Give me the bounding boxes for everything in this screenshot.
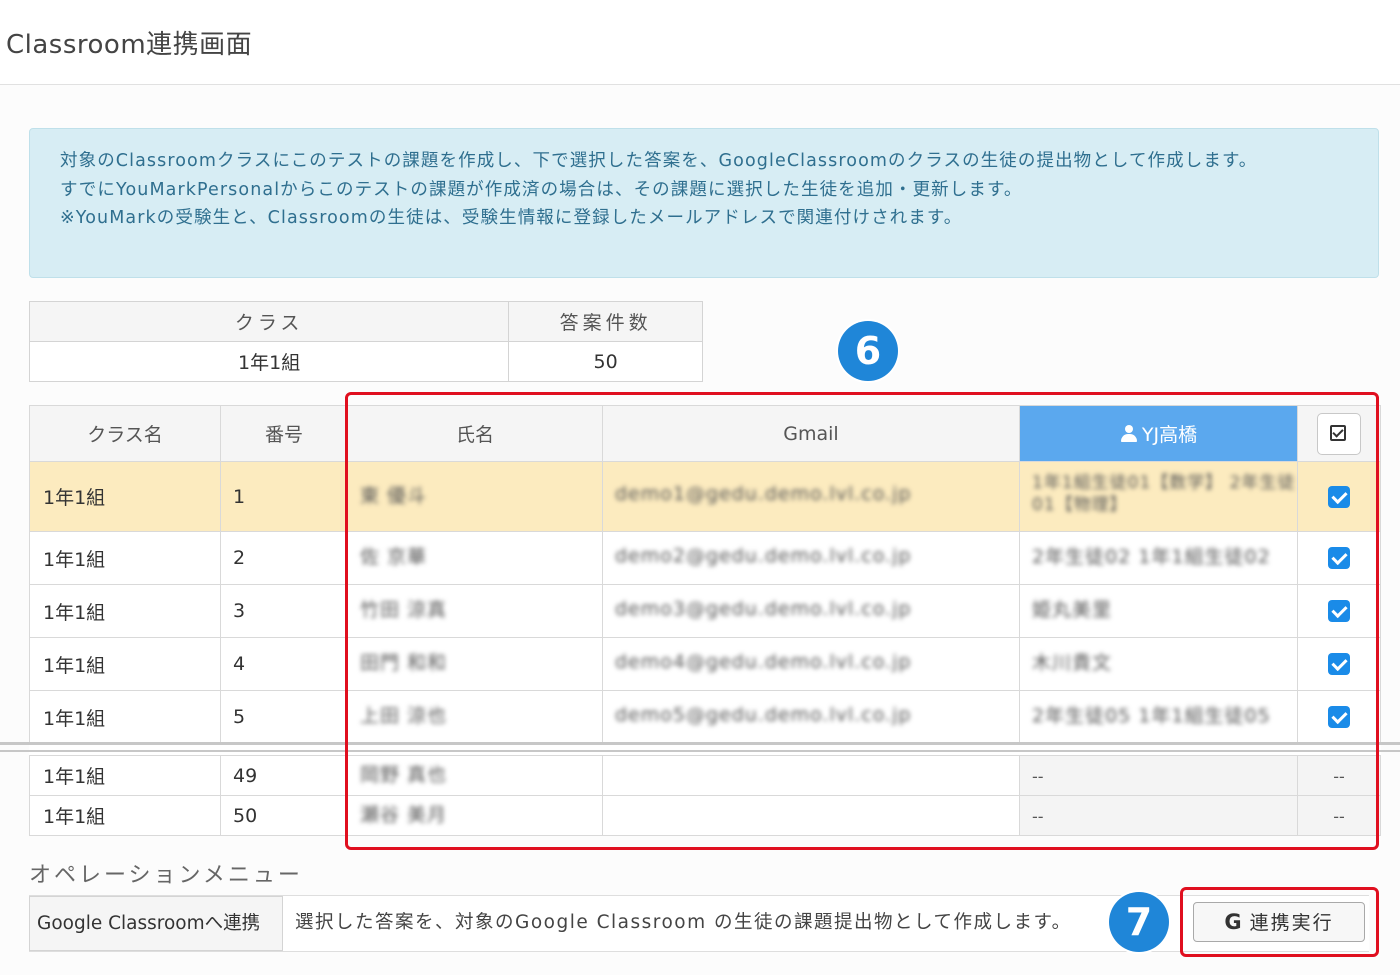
header-class-name: クラス名 (29, 405, 221, 462)
page-header: Classroom連携画面 (0, 0, 1400, 85)
page-title: Classroom連携画面 (6, 30, 253, 60)
summary-count: 50 (508, 341, 703, 382)
operations-description: 選択した答案を、対象のGoogle Classroom の生徒の課題提出物として… (295, 912, 1072, 933)
cell-number: 49 (220, 755, 348, 796)
cell-number: 4 (220, 637, 348, 691)
cell-class-name: 1年1組 (29, 531, 221, 585)
cell-number: 1 (220, 461, 348, 532)
info-line-3: ※YouMarkの受験生と、Classroomの生徒は、受験生情報に登録したメー… (60, 208, 963, 228)
info-alert: 対象のClassroomクラスにこのテストの課題を作成し、下で選択した答案を、G… (29, 128, 1379, 278)
info-line-2: すでにYouMarkPersonalからこのテストの課題が作成済の場合は、その課… (60, 179, 1023, 200)
cell-class-name: 1年1組 (29, 584, 221, 638)
annotation-marker-7: 7 (1109, 892, 1169, 952)
cell-class-name: 1年1組 (29, 690, 221, 744)
cell-number: 5 (220, 690, 348, 744)
annotation-marker-6: 6 (838, 321, 898, 381)
cell-number: 3 (220, 584, 348, 638)
cell-class-name: 1年1組 (29, 461, 221, 532)
summary-class: 1年1組 (28, 341, 510, 382)
cell-number: 2 (220, 531, 348, 585)
sync-execute-button[interactable]: G 連携実行 (1193, 902, 1365, 942)
cell-class-name: 1年1組 (29, 637, 221, 691)
cell-class-name: 1年1組 (29, 795, 221, 836)
header-number: 番号 (220, 405, 348, 462)
cell-class-name: 1年1組 (29, 755, 221, 796)
summary-header-class: クラス (28, 301, 510, 342)
operations-title: オペレーションメニュー (29, 863, 303, 888)
summary-header-count: 答案件数 (508, 301, 703, 342)
sync-execute-label: 連携実行 (1249, 912, 1334, 934)
summary-table: クラス 答案件数 1年1組 50 (28, 301, 703, 382)
operations-label: Google Classroomへ連携 (29, 896, 283, 951)
annotation-outline-table (345, 392, 1379, 850)
google-icon: G (1224, 910, 1244, 934)
cell-number: 50 (220, 795, 348, 836)
info-line-1: 対象のClassroomクラスにこのテストの課題を作成し、下で選択した答案を、G… (60, 151, 1258, 171)
